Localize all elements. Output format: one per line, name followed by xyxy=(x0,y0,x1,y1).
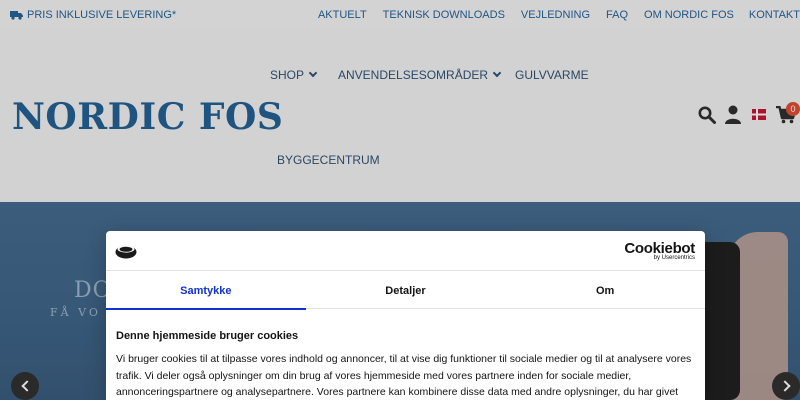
dialog-text: Vi bruger cookies til at tilpasse vores … xyxy=(116,353,692,398)
dialog-header: Cookiebot by Usercentrics xyxy=(106,231,705,271)
cookiebot-logo[interactable]: Cookiebot by Usercentrics xyxy=(624,240,695,261)
tab-om[interactable]: Om xyxy=(505,272,705,309)
tab-detaljer[interactable]: Detaljer xyxy=(306,272,506,309)
tab-samtykke[interactable]: Samtykke xyxy=(106,272,306,310)
site-brand-icon xyxy=(115,245,137,259)
dialog-title: Denne hjemmeside bruger cookies xyxy=(116,330,299,342)
dialog-body: Denne hjemmeside bruger cookies Vi bruge… xyxy=(116,330,696,400)
cookie-consent-dialog: Cookiebot by Usercentrics Samtykke Detal… xyxy=(106,231,705,400)
dialog-tabs: Samtykke Detaljer Om xyxy=(106,272,705,310)
